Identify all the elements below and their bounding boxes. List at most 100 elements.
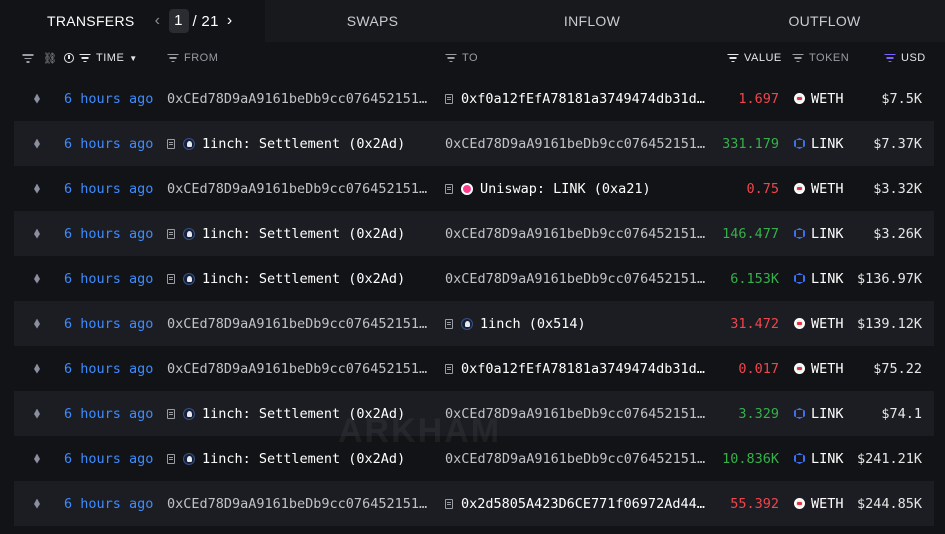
row-value: 31.472	[730, 315, 779, 332]
row-value: 331.179	[722, 135, 779, 152]
contract-icon	[167, 453, 175, 464]
table-row[interactable]: 6 hours ago 1inch: Settlement (0x2Ad) 0x…	[14, 121, 934, 166]
from-address[interactable]: 0xCEd78D9aA9161beDb9cc076452151…	[167, 316, 427, 332]
weth-icon	[794, 183, 805, 194]
table-row[interactable]: 6 hours ago 0xCEd78D9aA9161beDb9cc076452…	[14, 76, 934, 121]
from-entity[interactable]: 1inch: Settlement (0x2Ad)	[202, 451, 405, 467]
row-token[interactable]: WETH	[811, 91, 844, 107]
contract-icon	[167, 138, 175, 149]
header-value[interactable]: VALUE	[727, 52, 782, 64]
filter-icon[interactable]	[445, 53, 456, 63]
table-row[interactable]: 6 hours ago 1inch: Settlement (0x2Ad) 0x…	[14, 211, 934, 256]
row-time[interactable]: 6 hours ago	[64, 301, 153, 346]
header-time[interactable]: TIME ▼	[64, 52, 138, 64]
header-usd-label: USD	[901, 52, 926, 64]
contract-icon	[167, 273, 175, 284]
row-token[interactable]: WETH	[811, 496, 844, 512]
header-to-label: TO	[462, 52, 479, 64]
ethereum-icon	[32, 391, 42, 436]
contract-icon	[445, 318, 453, 329]
chainlink-icon	[794, 408, 805, 419]
row-token[interactable]: LINK	[811, 406, 844, 422]
table-row[interactable]: 6 hours ago 0xCEd78D9aA9161beDb9cc076452…	[14, 481, 934, 526]
row-time[interactable]: 6 hours ago	[64, 121, 153, 166]
from-entity[interactable]: 1inch: Settlement (0x2Ad)	[202, 226, 405, 242]
row-token[interactable]: LINK	[811, 226, 844, 242]
page-number-input[interactable]: 1	[168, 9, 189, 33]
from-entity[interactable]: 1inch: Settlement (0x2Ad)	[202, 406, 405, 422]
table-row[interactable]: 6 hours ago 0xCEd78D9aA9161beDb9cc076452…	[14, 346, 934, 391]
to-entity[interactable]: Uniswap: LINK (0xa21)	[480, 181, 651, 197]
row-time[interactable]: 6 hours ago	[64, 76, 153, 121]
contract-icon	[445, 93, 453, 104]
tab-inflow[interactable]: INFLOW	[480, 0, 704, 42]
ethereum-icon	[32, 481, 42, 526]
row-token[interactable]: WETH	[811, 181, 844, 197]
row-usd: $74.1	[881, 405, 922, 422]
from-address[interactable]: 0xCEd78D9aA9161beDb9cc076452151…	[167, 91, 427, 107]
from-address[interactable]: 0xCEd78D9aA9161beDb9cc076452151…	[167, 181, 427, 197]
filter-active-icon[interactable]	[884, 53, 895, 63]
1inch-avatar-icon	[183, 272, 195, 285]
table-row[interactable]: 6 hours ago 1inch: Settlement (0x2Ad) 0x…	[14, 436, 934, 481]
chainlink-icon	[794, 453, 805, 464]
table-row[interactable]: 6 hours ago 0xCEd78D9aA9161beDb9cc076452…	[14, 166, 934, 211]
filter-icon[interactable]	[167, 53, 178, 63]
row-token[interactable]: LINK	[811, 451, 844, 467]
filter-icon[interactable]	[22, 54, 33, 63]
1inch-avatar-icon	[183, 227, 195, 240]
weth-icon	[794, 93, 805, 104]
from-entity[interactable]: 1inch: Settlement (0x2Ad)	[202, 271, 405, 287]
ethereum-icon	[32, 166, 42, 211]
table-row[interactable]: 6 hours ago 1inch: Settlement (0x2Ad) 0x…	[14, 391, 934, 436]
1inch-avatar-icon	[461, 317, 473, 330]
ethereum-icon	[32, 76, 42, 121]
filter-icon[interactable]	[79, 53, 90, 63]
header-to[interactable]: TO	[445, 52, 478, 64]
weth-icon	[794, 498, 805, 509]
tab-swaps[interactable]: SWAPS	[265, 0, 480, 42]
page-total: / 21	[192, 12, 219, 30]
chevron-left-icon[interactable]: ‹	[151, 12, 165, 30]
row-token[interactable]: WETH	[811, 316, 844, 332]
tab-bar: TRANSFERS ‹ 1 / 21 › SWAPS INFLOW OUTFLO…	[0, 0, 945, 42]
1inch-avatar-icon	[183, 407, 195, 420]
row-time[interactable]: 6 hours ago	[64, 346, 153, 391]
to-entity[interactable]: 1inch (0x514)	[480, 316, 586, 332]
tab-transfers[interactable]: TRANSFERS ‹ 1 / 21 ›	[0, 0, 265, 42]
chainlink-icon	[794, 228, 805, 239]
filter-link-group[interactable]: ⛓	[22, 52, 57, 65]
ethereum-icon	[32, 301, 42, 346]
table-row[interactable]: 6 hours ago 1inch: Settlement (0x2Ad) 0x…	[14, 256, 934, 301]
transfers-table: 6 hours ago 0xCEd78D9aA9161beDb9cc076452…	[14, 76, 934, 526]
header-value-label: VALUE	[744, 52, 782, 64]
filter-icon[interactable]	[792, 53, 803, 63]
row-usd: $139.12K	[856, 315, 922, 332]
row-token[interactable]: LINK	[811, 136, 844, 152]
from-address[interactable]: 0xCEd78D9aA9161beDb9cc076452151…	[167, 361, 427, 377]
clock-icon	[64, 53, 74, 63]
uniswap-avatar-icon	[461, 182, 473, 195]
header-from[interactable]: FROM	[167, 52, 218, 64]
row-time[interactable]: 6 hours ago	[64, 481, 153, 526]
link-icon[interactable]: ⛓	[43, 52, 57, 65]
row-token[interactable]: LINK	[811, 271, 844, 287]
from-entity[interactable]: 1inch: Settlement (0x2Ad)	[202, 136, 405, 152]
weth-icon	[794, 318, 805, 329]
row-value: 0.017	[738, 360, 779, 377]
header-usd[interactable]: USD	[884, 52, 926, 64]
header-token[interactable]: TOKEN	[792, 52, 849, 64]
row-time[interactable]: 6 hours ago	[64, 256, 153, 301]
row-time[interactable]: 6 hours ago	[64, 391, 153, 436]
from-address[interactable]: 0xCEd78D9aA9161beDb9cc076452151…	[167, 496, 427, 512]
row-value: 55.392	[730, 495, 779, 512]
row-time[interactable]: 6 hours ago	[64, 436, 153, 481]
row-time[interactable]: 6 hours ago	[64, 166, 153, 211]
sort-caret-icon[interactable]: ▼	[129, 54, 137, 63]
row-time[interactable]: 6 hours ago	[64, 211, 153, 256]
row-token[interactable]: WETH	[811, 361, 844, 377]
filter-icon[interactable]	[727, 53, 738, 63]
table-row[interactable]: 6 hours ago 0xCEd78D9aA9161beDb9cc076452…	[14, 301, 934, 346]
tab-outflow[interactable]: OUTFLOW	[704, 0, 945, 42]
chevron-right-icon[interactable]: ›	[223, 12, 237, 30]
